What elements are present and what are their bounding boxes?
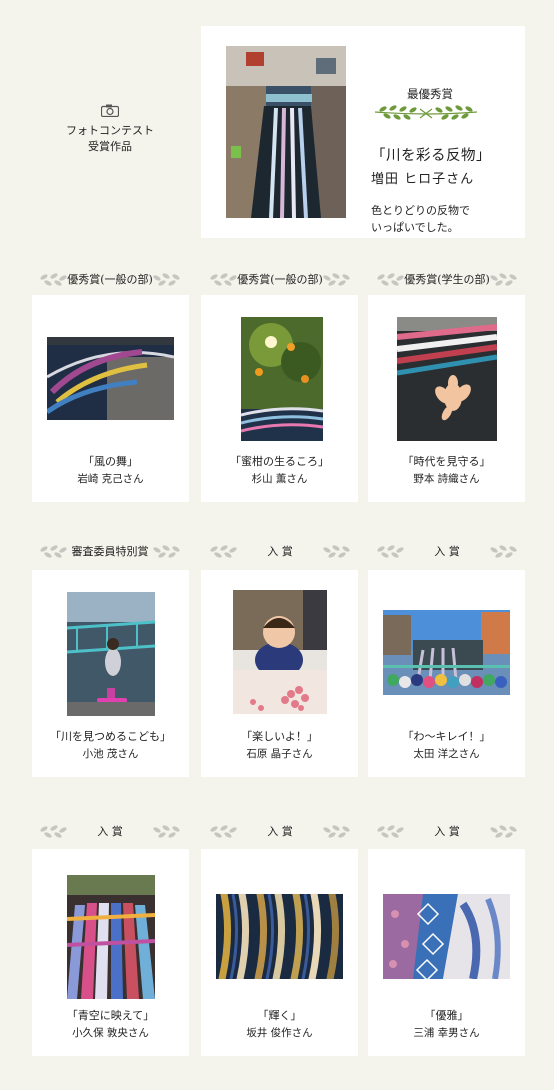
laurel-left-icon xyxy=(40,825,67,838)
contest-label: フォトコンテスト 受賞作品 xyxy=(40,104,180,155)
entry-name: 野本 詩織さん xyxy=(413,473,480,485)
contest-label-line2: 受賞作品 xyxy=(88,140,132,153)
laurel-icon xyxy=(374,105,478,120)
grand-prize-title: 「川を彩る反物」 xyxy=(371,148,491,164)
entry-photo[interactable] xyxy=(397,317,497,441)
entry-photo[interactable] xyxy=(67,592,155,716)
entry-name: 小池 茂さん xyxy=(82,748,139,760)
entry-title: 「風の舞」 xyxy=(83,455,138,468)
entry-card[interactable]: 「楽しいよ！」 石原 晶子さん xyxy=(201,570,358,777)
entry-title: 「時代を見守る」 xyxy=(402,455,491,468)
entry-name: 太田 洋之さん xyxy=(413,748,480,760)
laurel-right-icon xyxy=(323,273,350,286)
category-label: 優秀賞(学生の部) xyxy=(372,268,522,288)
laurel-left-icon xyxy=(40,273,67,286)
entry-photo[interactable] xyxy=(241,317,323,441)
camera-icon xyxy=(101,104,119,117)
grand-prize-name: 増田 ヒロ子さん xyxy=(371,172,475,187)
entry-title: 「蜜柑の生るころ」 xyxy=(230,455,329,468)
grand-prize-photo[interactable] xyxy=(226,46,346,218)
grand-prize-card[interactable]: 最優秀賞 「川を彩る反物」 増田 ヒロ子さん 色とりどりの反物で いっぱいでした… xyxy=(201,26,525,238)
laurel-left-icon xyxy=(40,545,67,558)
category-label: 入 賞 xyxy=(372,820,522,840)
entry-card[interactable]: 「川を見つめるこども」 小池 茂さん xyxy=(32,570,189,777)
laurel-right-icon xyxy=(153,825,180,838)
category-label: 入 賞 xyxy=(205,820,355,840)
laurel-right-icon xyxy=(490,545,517,558)
laurel-right-icon xyxy=(490,273,517,286)
entry-title: 「川を見つめるこども」 xyxy=(50,730,171,743)
entry-card[interactable]: 「青空に映えて」 小久保 敦央さん xyxy=(32,849,189,1056)
laurel-right-icon xyxy=(490,825,517,838)
grand-prize-comment: 色とりどりの反物で いっぱいでした。 xyxy=(371,204,470,234)
laurel-left-icon xyxy=(377,825,404,838)
entry-name: 岩崎 克己さん xyxy=(77,473,144,485)
laurel-right-icon xyxy=(323,545,350,558)
category-label: 審査委員特別賞 xyxy=(35,540,185,560)
category-label: 優秀賞(一般の部) xyxy=(35,268,185,288)
entry-name: 石原 晶子さん xyxy=(246,748,313,760)
entry-card[interactable]: 「時代を見守る」 野本 詩織さん xyxy=(368,295,525,502)
laurel-left-icon xyxy=(377,545,404,558)
entry-card[interactable]: 「風の舞」 岩崎 克己さん xyxy=(32,295,189,502)
entry-photo[interactable] xyxy=(383,894,510,979)
category-label: 入 賞 xyxy=(372,540,522,560)
entry-photo[interactable] xyxy=(216,894,343,979)
laurel-right-icon xyxy=(153,545,180,558)
category-label: 入 賞 xyxy=(35,820,185,840)
entry-name: 三浦 幸男さん xyxy=(413,1027,480,1039)
entry-title: 「優雅」 xyxy=(424,1009,469,1022)
entry-card[interactable]: 「優雅」 三浦 幸男さん xyxy=(368,849,525,1056)
entry-title: 「楽しいよ！」 xyxy=(241,730,318,743)
category-label: 入 賞 xyxy=(205,540,355,560)
laurel-right-icon xyxy=(153,273,180,286)
entry-photo[interactable] xyxy=(383,610,510,695)
grand-prize-award: 最優秀賞 xyxy=(407,87,453,101)
laurel-right-icon xyxy=(323,825,350,838)
entry-photo[interactable] xyxy=(233,590,327,714)
laurel-left-icon xyxy=(210,825,237,838)
entry-name: 杉山 薫さん xyxy=(251,473,308,485)
entry-name: 坂井 俊作さん xyxy=(246,1027,313,1039)
entry-title: 「わ〜キレイ！」 xyxy=(402,730,491,743)
entry-card[interactable]: 「蜜柑の生るころ」 杉山 薫さん xyxy=(201,295,358,502)
entry-photo[interactable] xyxy=(47,337,174,420)
entry-title: 「青空に映えて」 xyxy=(66,1009,155,1022)
category-label: 優秀賞(一般の部) xyxy=(205,268,355,288)
laurel-left-icon xyxy=(210,545,237,558)
entry-photo[interactable] xyxy=(67,875,155,999)
entry-card[interactable]: 「輝く」 坂井 俊作さん xyxy=(201,849,358,1056)
laurel-left-icon xyxy=(377,273,404,286)
contest-label-line1: フォトコンテスト xyxy=(66,124,154,137)
entry-title: 「輝く」 xyxy=(257,1009,302,1022)
entry-name: 小久保 敦央さん xyxy=(72,1027,149,1039)
entry-card[interactable]: 「わ〜キレイ！」 太田 洋之さん xyxy=(368,570,525,777)
laurel-left-icon xyxy=(210,273,237,286)
